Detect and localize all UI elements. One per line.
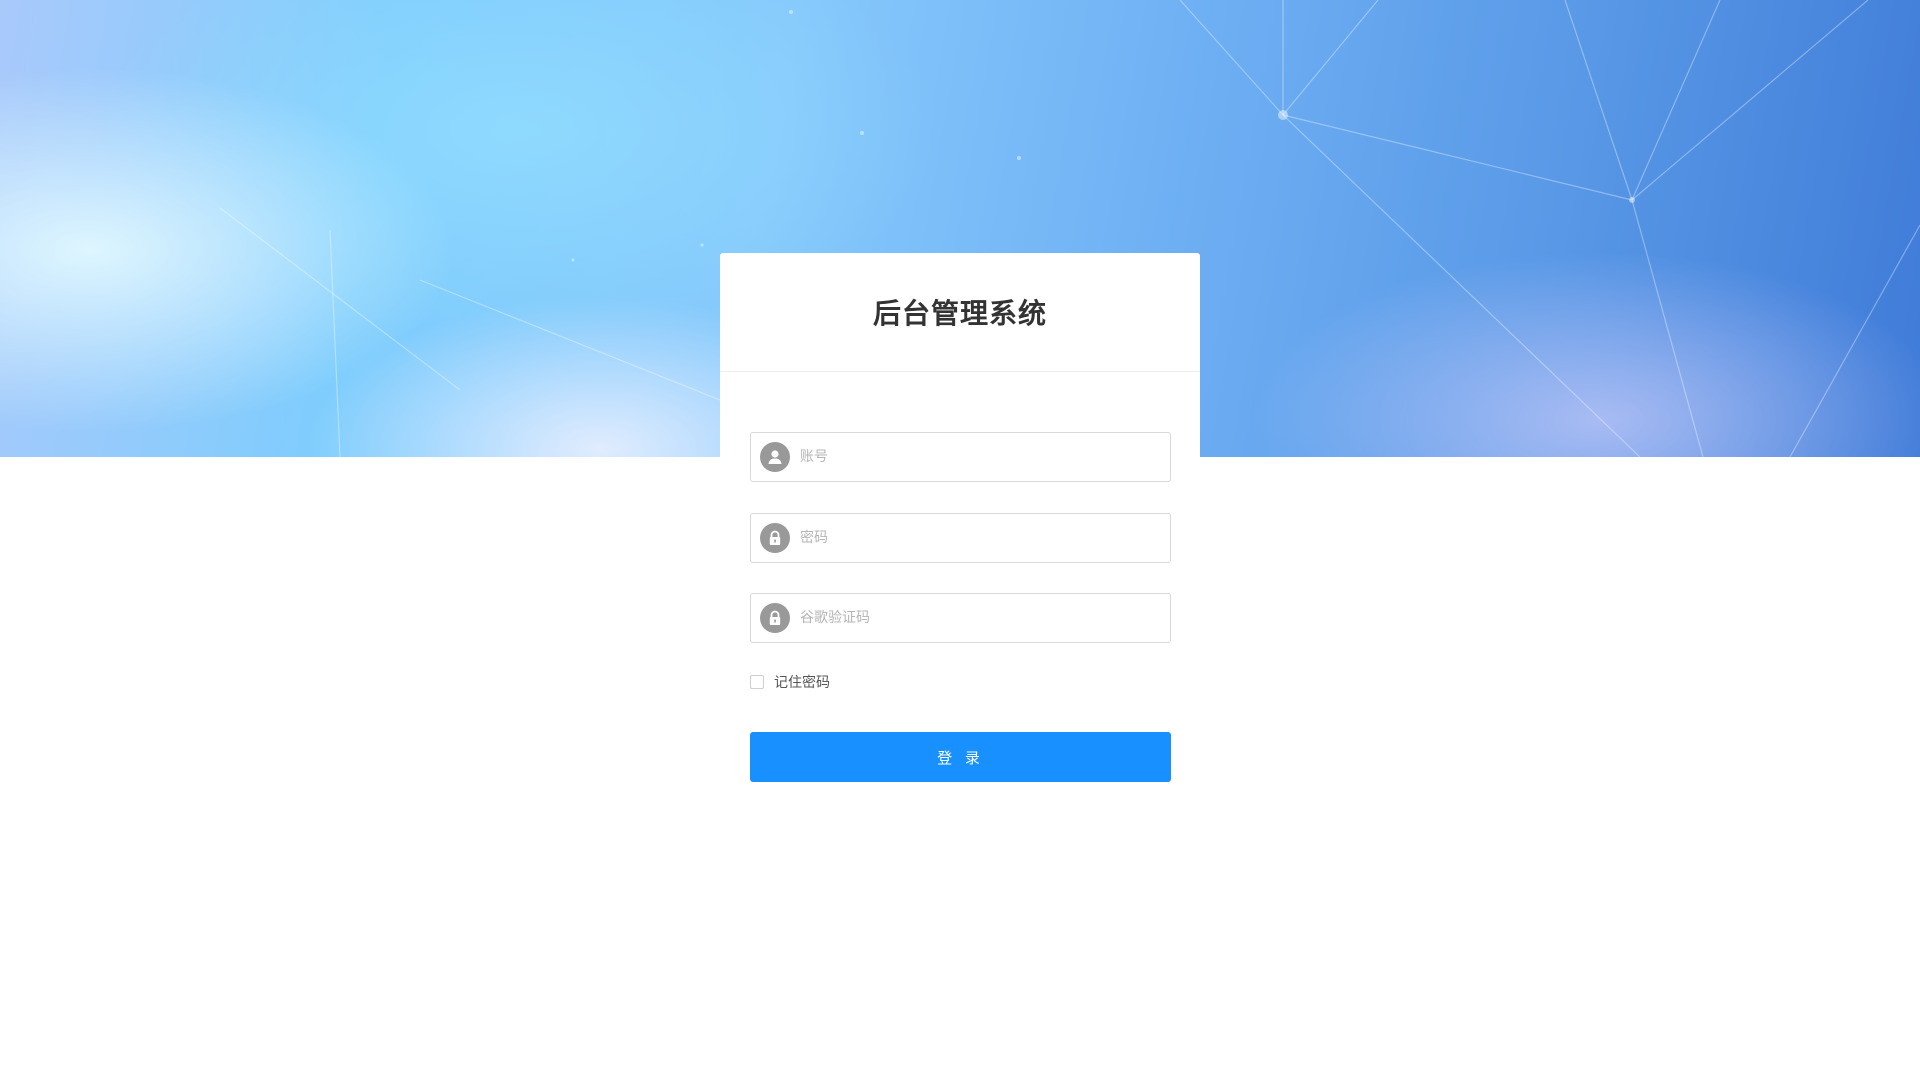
login-card-header: 后台管理系统 [720, 253, 1200, 372]
password-field[interactable] [750, 513, 1171, 563]
remember-label: 记住密码 [774, 675, 830, 691]
password-input[interactable] [800, 514, 1170, 562]
remember-password[interactable]: 记住密码 [750, 672, 830, 692]
google-code-field[interactable] [750, 593, 1171, 643]
page-title: 后台管理系统 [872, 297, 1047, 330]
account-field[interactable] [750, 432, 1171, 482]
account-input[interactable] [800, 433, 1170, 481]
google-code-input[interactable] [800, 594, 1170, 642]
lock-icon [760, 523, 790, 553]
remember-checkbox[interactable] [750, 675, 764, 689]
lock-icon [760, 603, 790, 633]
user-icon [760, 442, 790, 472]
login-button[interactable]: 登 录 [750, 732, 1171, 782]
